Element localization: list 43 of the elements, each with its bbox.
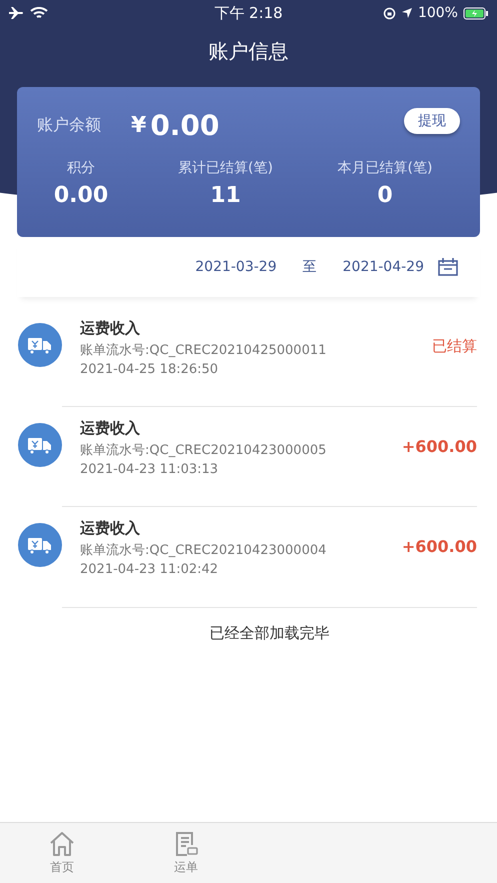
battery-icon bbox=[462, 6, 489, 20]
end-date[interactable]: 2021-04-29 bbox=[342, 259, 424, 275]
truck-icon bbox=[18, 323, 62, 367]
withdraw-button[interactable]: 提现 bbox=[404, 108, 460, 134]
airplane-icon bbox=[8, 6, 24, 20]
truck-icon bbox=[18, 523, 62, 567]
currency-symbol: ¥ bbox=[131, 112, 146, 138]
status-time: 下午 2:18 bbox=[214, 4, 283, 22]
end-of-list-message: 已经全部加载完毕 bbox=[62, 607, 477, 643]
transaction-amount: +600.00 bbox=[402, 537, 477, 556]
truck-icon bbox=[18, 423, 62, 467]
serial-number: 账单流水号:QC_CREC20210423000004 bbox=[80, 542, 326, 559]
transaction-title: 运费收入 bbox=[80, 519, 141, 538]
stat-label: 本月已结算(笔) bbox=[338, 159, 432, 177]
date-separator: 至 bbox=[302, 258, 317, 276]
document-icon bbox=[173, 830, 199, 856]
page-title: 账户信息 bbox=[208, 38, 288, 65]
battery-level: 100% bbox=[418, 5, 458, 21]
wifi-icon bbox=[30, 6, 48, 20]
transaction-item[interactable]: 运费收入 账单流水号:QC_CREC20210425000011 2021-04-25 18:26:50 已结算 bbox=[0, 307, 497, 407]
transaction-title: 运费收入 bbox=[80, 319, 141, 338]
balance-amount: 0.00 bbox=[150, 108, 220, 142]
balance-label: 账户余额 bbox=[37, 114, 101, 136]
stat-label: 积分 bbox=[67, 159, 95, 177]
transaction-time: 2021-04-23 11:03:13 bbox=[80, 462, 220, 477]
stat-value: 11 bbox=[210, 183, 241, 208]
serial-number: 账单流水号:QC_CREC20210425000011 bbox=[80, 342, 326, 359]
location-icon bbox=[400, 7, 413, 19]
transaction-time: 2021-04-25 18:26:50 bbox=[80, 362, 220, 377]
stat-value: 0.00 bbox=[54, 183, 108, 208]
transaction-amount: +600.00 bbox=[402, 437, 477, 456]
stat-label: 累计已结算(笔) bbox=[178, 159, 273, 177]
start-date[interactable]: 2021-03-29 bbox=[195, 259, 277, 275]
transaction-item[interactable]: 运费收入 账单流水号:QC_CREC20210423000004 2021-04-23 11:02:42 +600.00 bbox=[0, 507, 497, 607]
transaction-title: 运费收入 bbox=[80, 419, 141, 438]
transaction-item[interactable]: 运费收入 账单流水号:QC_CREC20210423000005 2021-04-23 11:03:13 +600.00 bbox=[0, 407, 497, 507]
settlement-status: 已结算 bbox=[432, 337, 477, 356]
stat-value: 0 bbox=[377, 183, 393, 208]
serial-number: 账单流水号:QC_CREC20210423000005 bbox=[80, 442, 326, 459]
rotation-lock-icon bbox=[382, 6, 396, 20]
calendar-icon[interactable] bbox=[438, 258, 458, 276]
home-icon bbox=[48, 830, 76, 856]
transaction-time: 2021-04-23 11:02:42 bbox=[80, 562, 220, 577]
